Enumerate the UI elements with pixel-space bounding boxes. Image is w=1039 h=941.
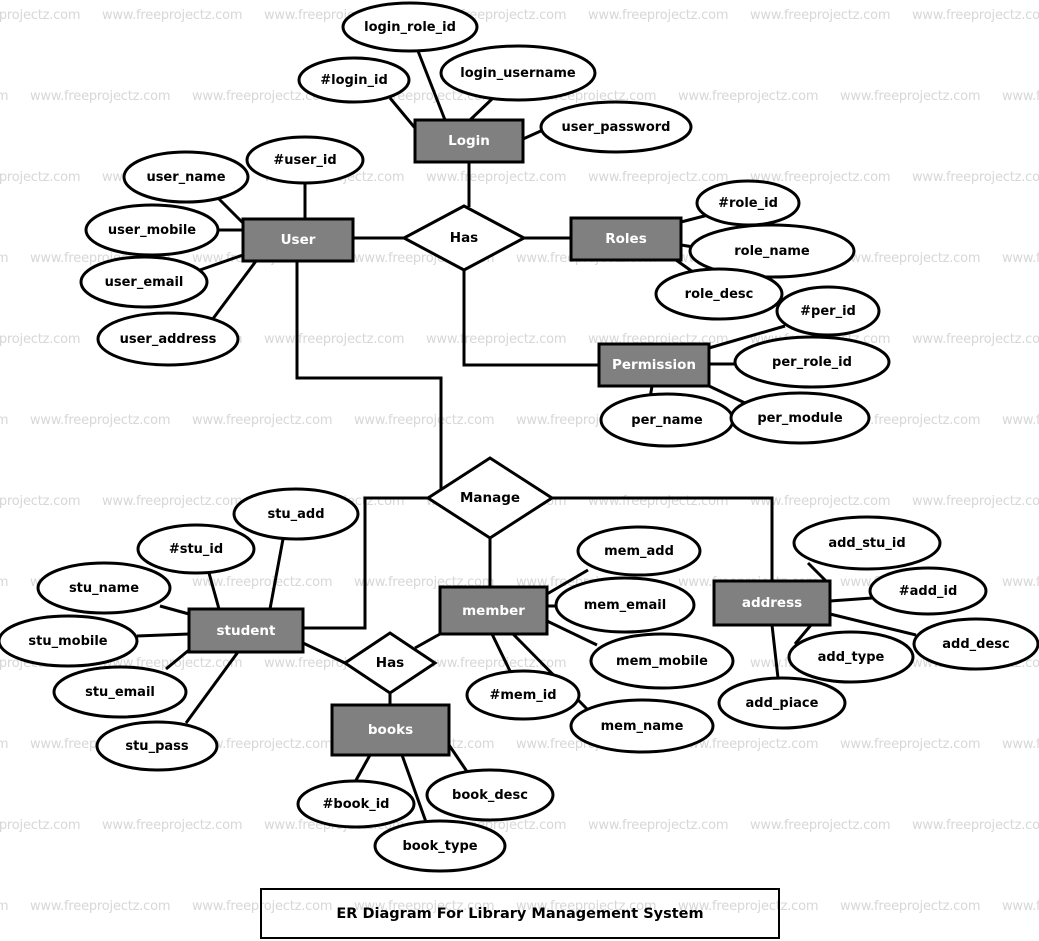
er-diagram-canvas: www.freeprojectz.comwww.freeprojectz.com… bbox=[0, 0, 1039, 941]
attribute-ellipse-per_name[interactable] bbox=[599, 392, 735, 448]
attribute-ellipse-login_id[interactable] bbox=[297, 56, 411, 104]
attribute-ellipse-mem_name[interactable] bbox=[569, 698, 715, 754]
attribute-ellipse-mem_email[interactable] bbox=[554, 576, 696, 634]
attribute-ellipse-user_password[interactable] bbox=[539, 100, 693, 154]
attribute-ellipse-add_type[interactable] bbox=[787, 630, 915, 684]
entity-box-books[interactable] bbox=[330, 703, 451, 757]
relationship-diamond-manage[interactable] bbox=[425, 456, 555, 540]
attribute-ellipse-add_stu_id[interactable] bbox=[792, 515, 942, 571]
attribute-ellipse-login_role_id[interactable] bbox=[341, 1, 479, 53]
attribute-ellipse-per_module[interactable] bbox=[729, 391, 871, 445]
relationship-diamond-has_student_books[interactable] bbox=[342, 631, 438, 695]
attribute-ellipse-user_address[interactable] bbox=[96, 311, 240, 367]
attribute-ellipse-add_desc[interactable] bbox=[912, 617, 1039, 671]
attribute-ellipse-user_email[interactable] bbox=[79, 255, 209, 309]
attribute-ellipse-user_id[interactable] bbox=[245, 135, 365, 185]
attribute-ellipse-book_id[interactable] bbox=[296, 779, 416, 829]
attribute-ellipse-add_piace[interactable] bbox=[717, 676, 847, 730]
entity-box-member[interactable] bbox=[438, 585, 549, 636]
attribute-ellipse-per_role_id[interactable] bbox=[733, 335, 891, 389]
attribute-ellipse-stu_name[interactable] bbox=[36, 561, 172, 615]
attribute-ellipse-role_id[interactable] bbox=[695, 179, 801, 227]
node-shape-layer bbox=[0, 1, 1039, 873]
caption-text: ER Diagram For Library Management System bbox=[336, 905, 704, 922]
attribute-ellipse-login_username[interactable] bbox=[439, 44, 597, 102]
attribute-ellipse-user_name[interactable] bbox=[122, 150, 250, 204]
attribute-ellipse-stu_email[interactable] bbox=[52, 665, 188, 719]
attribute-ellipse-user_mobile[interactable] bbox=[84, 203, 220, 257]
attribute-ellipse-stu_pass[interactable] bbox=[95, 720, 219, 772]
entity-box-roles[interactable] bbox=[569, 216, 683, 262]
attribute-ellipse-mem_mobile[interactable] bbox=[589, 632, 735, 690]
attribute-ellipse-book_type[interactable] bbox=[373, 819, 507, 873]
attribute-ellipse-book_desc[interactable] bbox=[425, 768, 555, 822]
attribute-ellipse-add_id[interactable] bbox=[868, 566, 988, 616]
entity-box-login[interactable] bbox=[413, 118, 525, 164]
attribute-ellipse-stu_id[interactable] bbox=[136, 523, 256, 575]
diagram-caption: ER Diagram For Library Management System bbox=[260, 888, 780, 939]
relationship-diamond-has_user_roles[interactable] bbox=[400, 204, 528, 272]
attribute-ellipse-stu_mobile[interactable] bbox=[0, 614, 139, 668]
attribute-ellipse-stu_add[interactable] bbox=[232, 487, 360, 541]
attribute-ellipse-mem_id[interactable] bbox=[465, 669, 581, 721]
attribute-ellipse-per_id[interactable] bbox=[775, 285, 881, 337]
entity-box-student[interactable] bbox=[187, 607, 305, 654]
entity-box-permission[interactable] bbox=[597, 342, 711, 388]
attribute-ellipse-role_desc[interactable] bbox=[654, 267, 784, 321]
entity-box-user[interactable] bbox=[241, 217, 355, 263]
entity-box-address[interactable] bbox=[712, 579, 832, 627]
attribute-ellipse-mem_add[interactable] bbox=[576, 525, 702, 577]
